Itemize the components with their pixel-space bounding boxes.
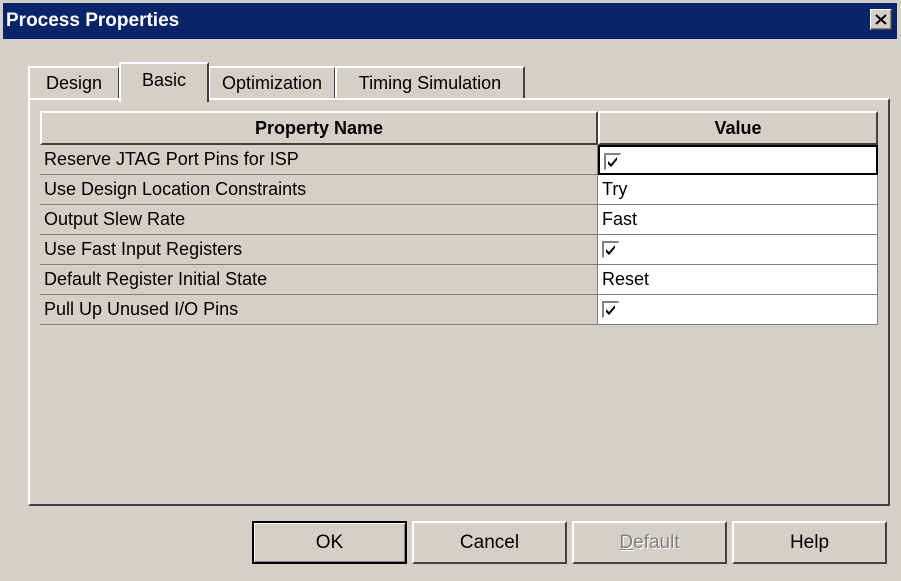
table-row: Reserve JTAG Port Pins for ISP (40, 145, 878, 175)
table-row: Use Design Location Constraints Try (40, 175, 878, 205)
ok-button[interactable]: OK (252, 521, 407, 564)
close-button[interactable] (870, 9, 892, 30)
close-icon (875, 14, 887, 25)
checkmark-icon (608, 157, 617, 167)
property-grid: Property Name Value Reserve JTAG Port Pi… (40, 111, 878, 491)
grid-header: Property Name Value (40, 111, 878, 145)
property-value-cell[interactable]: Fast (598, 205, 878, 235)
table-row: Use Fast Input Registers (40, 235, 878, 265)
tab-design[interactable]: Design (28, 66, 120, 100)
window-title: Process Properties (6, 10, 180, 31)
title-bar[interactable]: Process Properties (3, 3, 897, 39)
cancel-button[interactable]: Cancel (412, 521, 567, 564)
table-row: Pull Up Unused I/O Pins (40, 295, 878, 325)
process-properties-dialog: Process Properties Design Basic Optimiza… (0, 0, 901, 581)
property-name-cell: Use Design Location Constraints (40, 175, 598, 205)
fast-input-registers-checkbox[interactable] (602, 241, 619, 258)
pull-up-unused-pins-checkbox[interactable] (602, 301, 619, 318)
checkmark-icon (606, 245, 615, 255)
property-value-cell[interactable] (598, 295, 878, 325)
default-button-mnemonic: D (619, 532, 634, 553)
tab-panel-basic: Property Name Value Reserve JTAG Port Pi… (28, 98, 890, 506)
property-value-cell[interactable]: Try (598, 175, 878, 205)
property-name-cell: Reserve JTAG Port Pins for ISP (40, 145, 598, 175)
property-name-cell: Default Register Initial State (40, 265, 598, 295)
property-rows: Reserve JTAG Port Pins for ISP Use Desig… (40, 145, 878, 325)
column-header-value[interactable]: Value (598, 111, 878, 145)
table-row: Default Register Initial State Reset (40, 265, 878, 295)
checkmark-icon (606, 305, 615, 315)
property-name-cell: Output Slew Rate (40, 205, 598, 235)
property-value-cell[interactable] (598, 145, 878, 175)
tab-basic[interactable]: Basic (119, 62, 209, 102)
property-name-cell: Use Fast Input Registers (40, 235, 598, 265)
help-button[interactable]: Help (732, 521, 887, 564)
default-button-label: efault (633, 532, 680, 553)
property-value-cell[interactable] (598, 235, 878, 265)
tab-timing-simulation[interactable]: Timing Simulation (335, 66, 525, 100)
reserve-jtag-checkbox[interactable] (604, 153, 621, 170)
tab-optimization[interactable]: Optimization (208, 66, 336, 100)
property-value-cell[interactable]: Reset (598, 265, 878, 295)
column-header-property-name[interactable]: Property Name (40, 111, 598, 145)
property-name-cell: Pull Up Unused I/O Pins (40, 295, 598, 325)
table-row: Output Slew Rate Fast (40, 205, 878, 235)
tab-strip: Design Basic Optimization Timing Simulat… (28, 62, 548, 102)
default-button[interactable]: Default (572, 521, 727, 564)
